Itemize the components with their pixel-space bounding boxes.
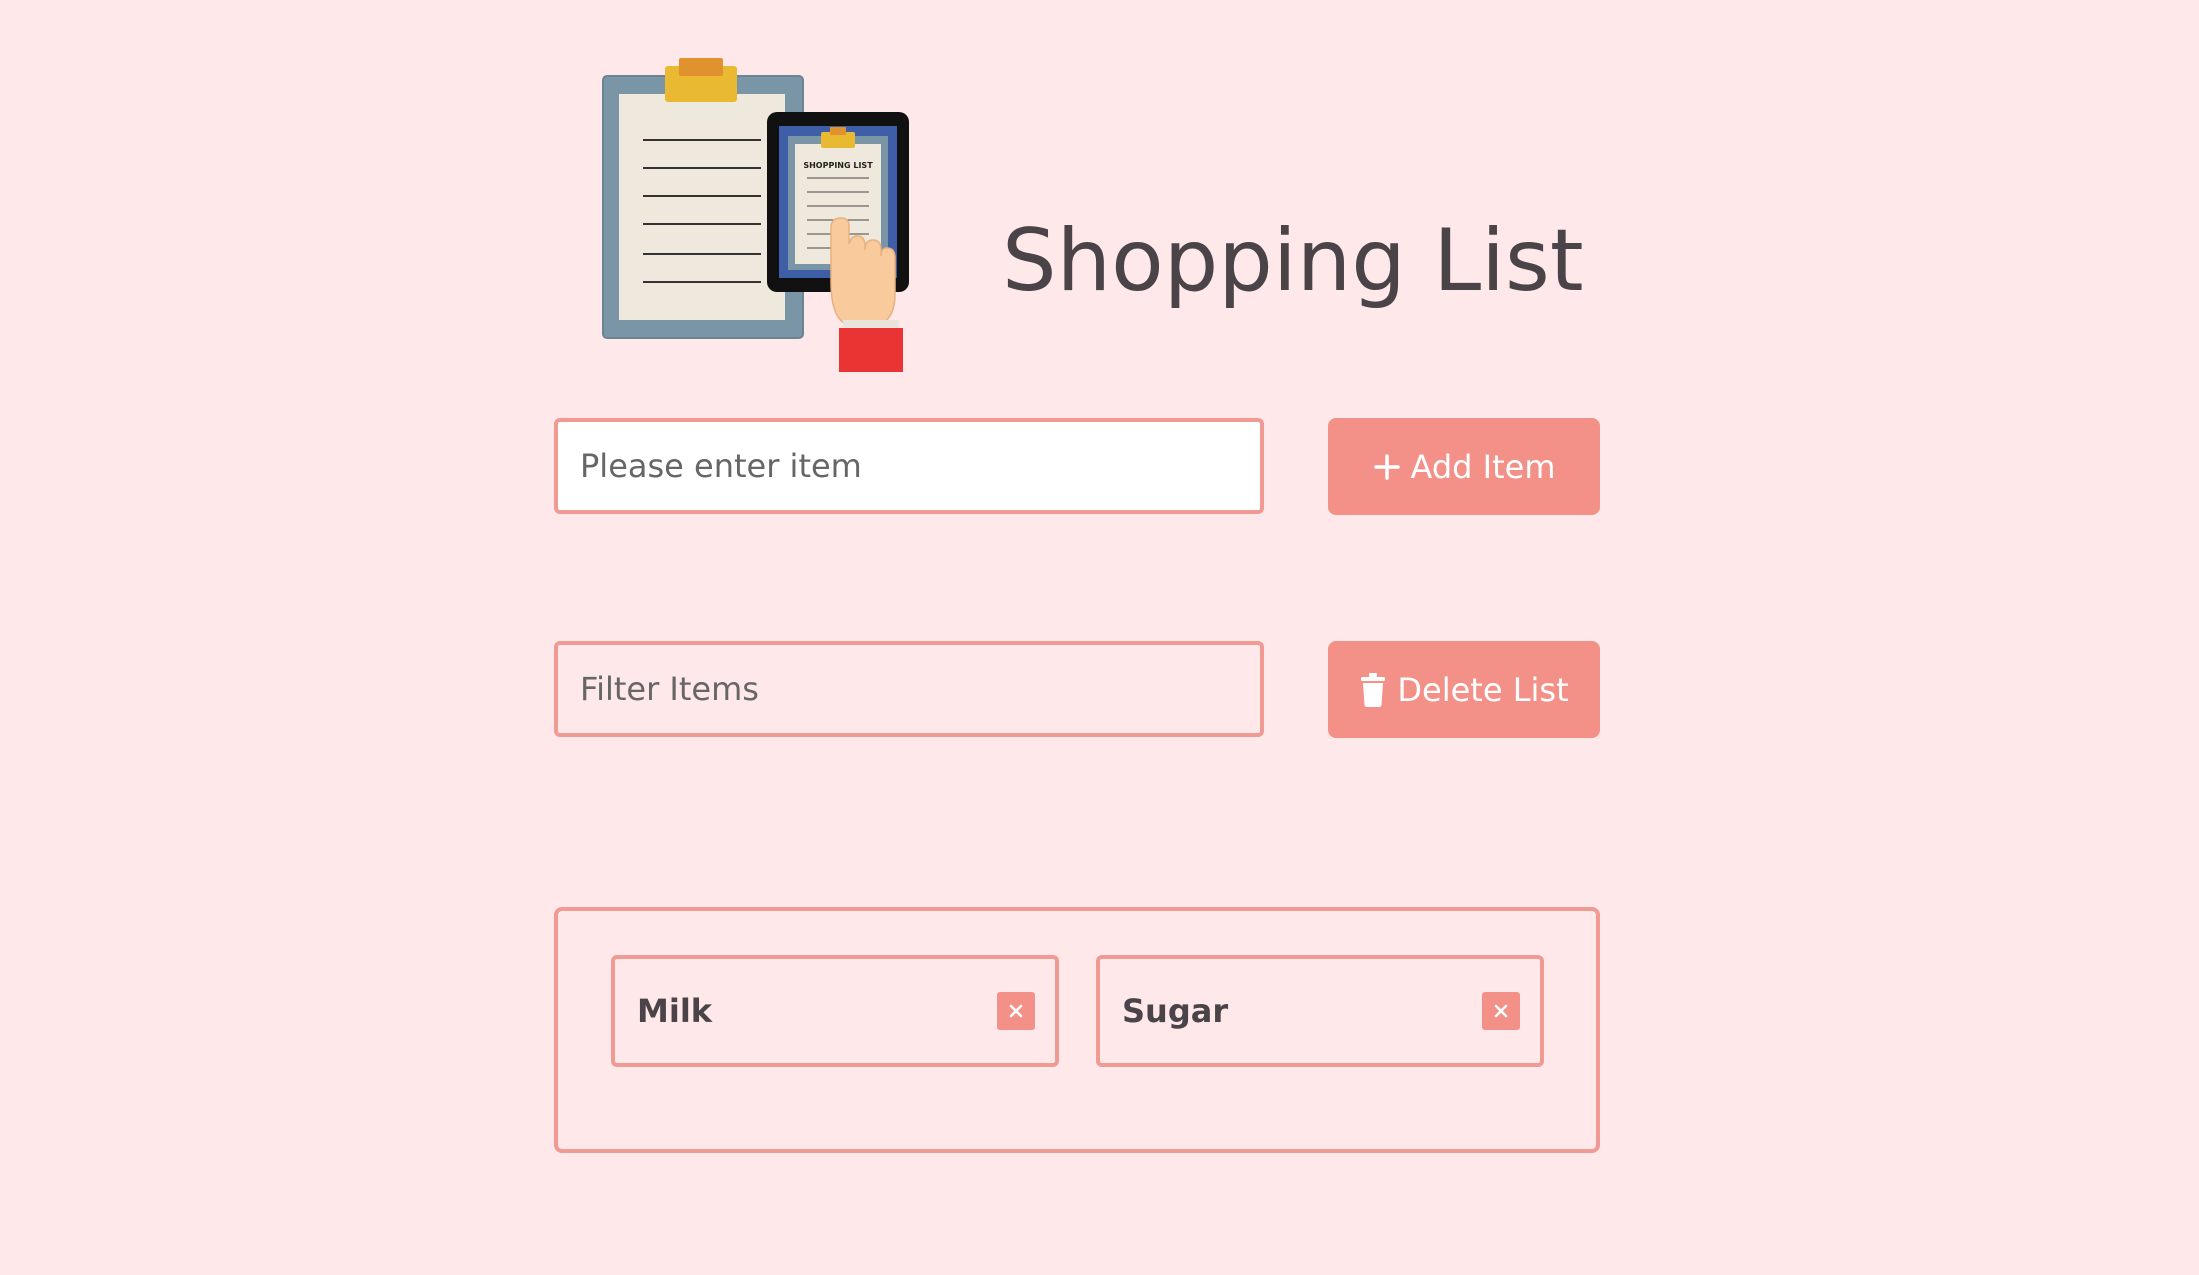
item-list: Milk Sugar xyxy=(554,907,1600,1153)
filter-input[interactable] xyxy=(554,641,1264,737)
close-icon[interactable] xyxy=(1482,992,1520,1030)
list-item: Sugar xyxy=(1096,955,1544,1067)
item-input[interactable] xyxy=(554,418,1264,514)
delete-list-button[interactable]: Delete List xyxy=(1328,641,1600,738)
shopping-list-logo: SHOPPING LIST xyxy=(602,58,909,372)
list-item-label: Sugar xyxy=(1122,992,1229,1030)
list-item-label: Milk xyxy=(637,992,713,1030)
app-page: SHOPPING LIST Shopping List Add Item xyxy=(0,0,2199,1275)
trash-icon xyxy=(1359,672,1387,707)
add-item-button[interactable]: Add Item xyxy=(1328,418,1600,515)
plus-icon xyxy=(1373,453,1401,481)
list-item: Milk xyxy=(611,955,1059,1067)
page-title: Shopping List xyxy=(1002,210,1584,311)
close-icon[interactable] xyxy=(997,992,1035,1030)
add-item-label: Add Item xyxy=(1410,447,1556,486)
logo-text: SHOPPING LIST xyxy=(803,161,873,170)
delete-list-label: Delete List xyxy=(1397,670,1569,709)
